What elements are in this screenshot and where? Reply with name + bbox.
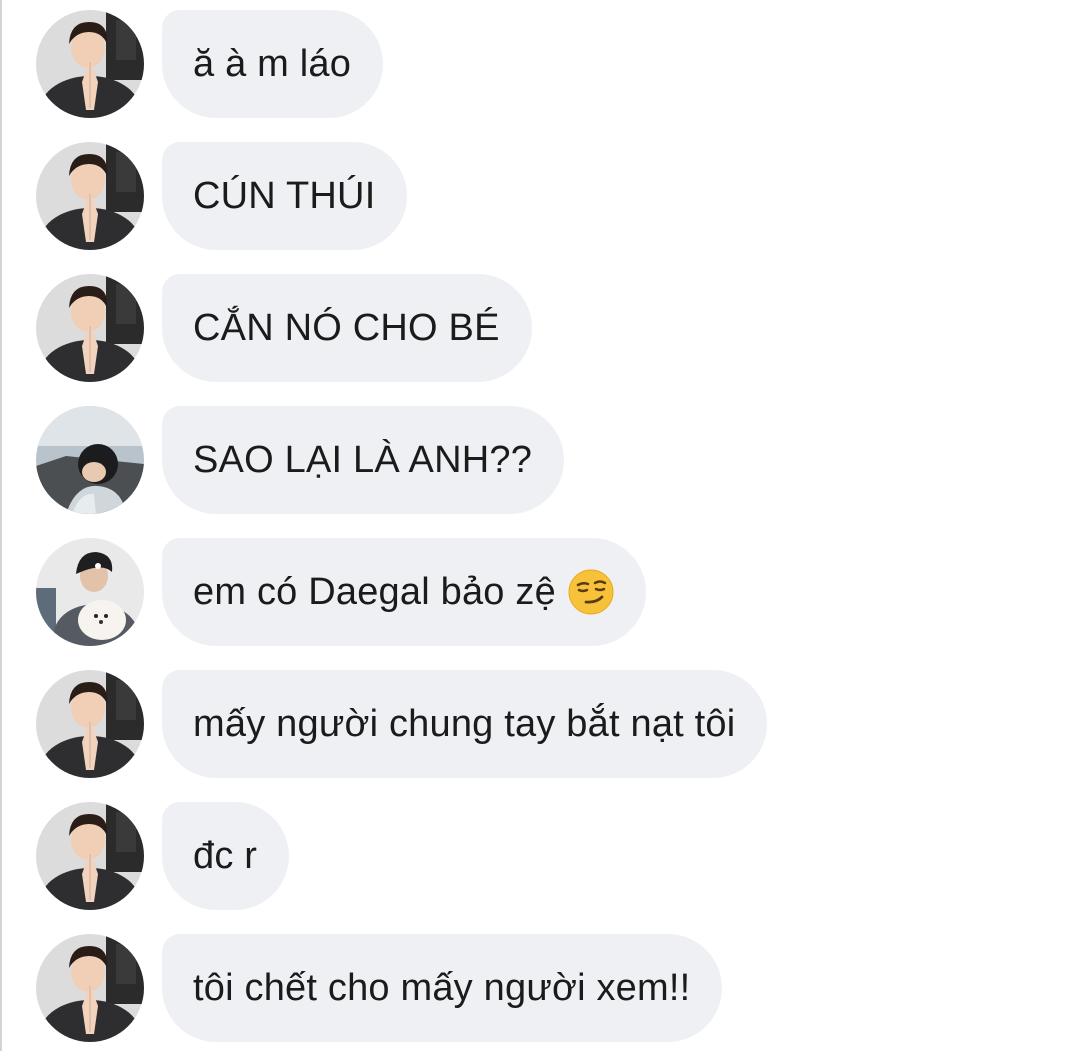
message-row: SAO LẠI LÀ ANH?? (36, 406, 565, 514)
message-bubble[interactable]: đc r (162, 802, 290, 910)
message-text: mấy người chung tay bắt nạt tôi (193, 702, 736, 745)
avatar-boy-praying[interactable] (36, 670, 144, 778)
message-text: tôi chết cho mấy người xem!! (193, 966, 691, 1009)
message-row: CÚN THÚI (36, 142, 408, 250)
avatar-boy-praying-image (36, 274, 144, 382)
avatar-boy-praying[interactable] (36, 10, 144, 118)
avatar-boy-praying-image (36, 802, 144, 910)
avatar-boy-praying-image (36, 934, 144, 1042)
message-bubble[interactable]: CẮN NÓ CHO BÉ (162, 274, 532, 382)
message-bubble[interactable]: CÚN THÚI (162, 142, 408, 250)
message-text: em có Daegal bảo zệ (193, 570, 556, 613)
avatar-man-sky-image (36, 406, 144, 514)
avatar-boy-praying-image (36, 10, 144, 118)
avatar-boy-praying[interactable] (36, 274, 144, 382)
avatar-boy-praying[interactable] (36, 142, 144, 250)
message-bubble[interactable]: mấy người chung tay bắt nạt tôi (162, 670, 768, 778)
message-bubble[interactable]: em có Daegal bảo zệ (162, 538, 646, 646)
avatar-boy-praying[interactable] (36, 802, 144, 910)
message-row: em có Daegal bảo zệ (36, 538, 646, 646)
message-row: CẮN NÓ CHO BÉ (36, 274, 532, 382)
message-row: đc r (36, 802, 290, 910)
smirk-emoji (568, 569, 614, 615)
message-text: SAO LẠI LÀ ANH?? (193, 438, 533, 481)
left-border (0, 0, 2, 1051)
message-text: CÚN THÚI (193, 174, 376, 217)
message-bubble[interactable]: tôi chết cho mấy người xem!! (162, 934, 723, 1042)
avatar-man-dog-image (36, 538, 144, 646)
message-bubble[interactable]: ă à m láo (162, 10, 384, 118)
message-text: ă à m láo (193, 42, 352, 85)
avatar-boy-praying[interactable] (36, 934, 144, 1042)
message-row: mấy người chung tay bắt nạt tôi (36, 670, 768, 778)
avatar-man-dog[interactable] (36, 538, 144, 646)
avatar-boy-praying-image (36, 670, 144, 778)
message-text: CẮN NÓ CHO BÉ (193, 306, 500, 349)
message-row: tôi chết cho mấy người xem!! (36, 934, 723, 1042)
message-text: đc r (193, 834, 258, 877)
message-row: ă à m láo (36, 10, 384, 118)
message-bubble[interactable]: SAO LẠI LÀ ANH?? (162, 406, 565, 514)
avatar-man-sky[interactable] (36, 406, 144, 514)
avatar-boy-praying-image (36, 142, 144, 250)
